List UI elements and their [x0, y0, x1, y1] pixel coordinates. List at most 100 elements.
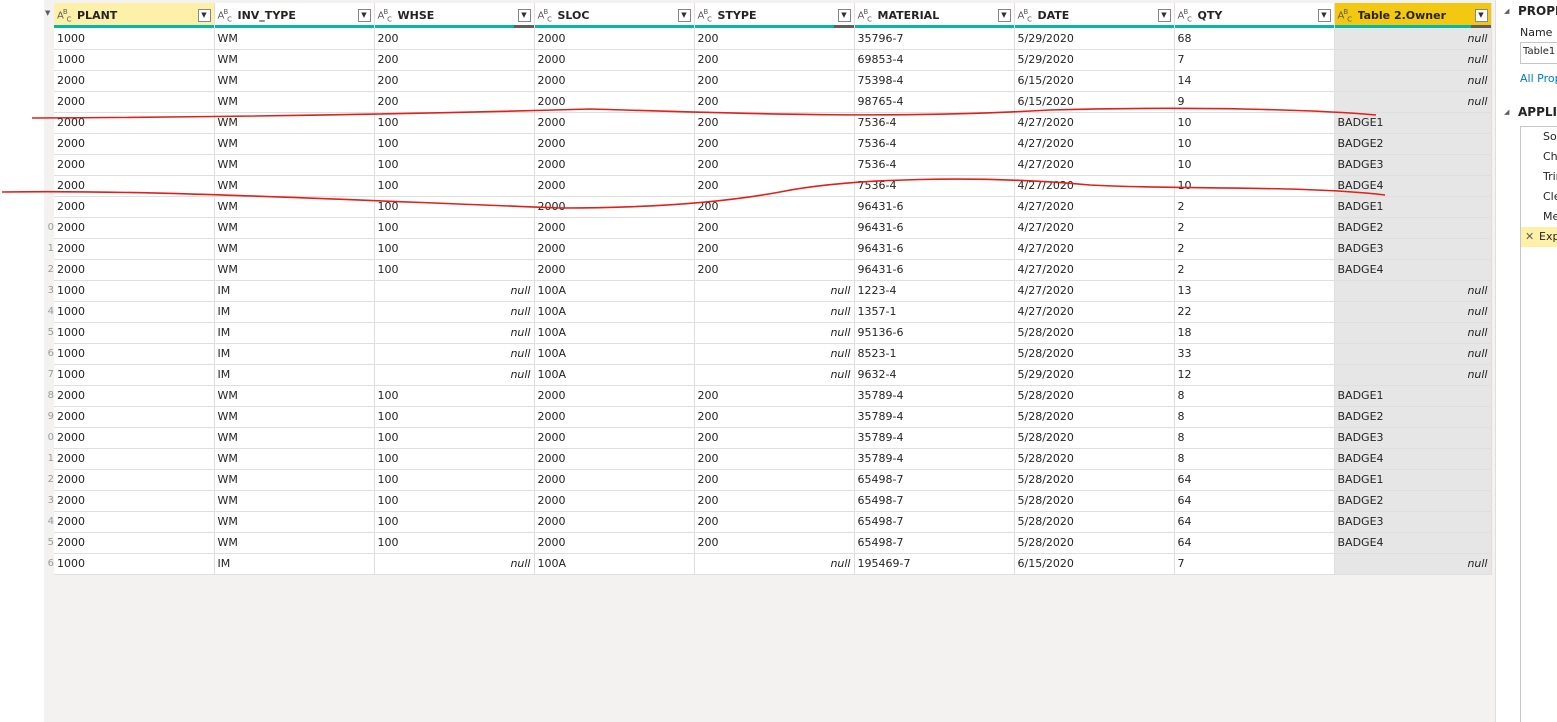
table-cell[interactable]: 200 — [374, 91, 535, 113]
table-cell[interactable]: 5/29/2020 — [1014, 49, 1175, 71]
chevron-down-icon[interactable]: ▼ — [357, 9, 371, 22]
table-cell[interactable]: 200 — [694, 385, 855, 407]
table-cell[interactable]: 2000 — [54, 133, 215, 155]
table-cell[interactable]: null — [694, 343, 855, 365]
table-cell[interactable]: 200 — [694, 154, 855, 176]
table-cell[interactable]: WM — [214, 427, 375, 449]
table-cell[interactable]: 9632-4 — [854, 364, 1015, 386]
table-cell[interactable]: 6/15/2020 — [1014, 553, 1175, 575]
chevron-down-icon[interactable]: ▼ — [1474, 9, 1488, 22]
applied-step[interactable]: ✕Exp — [1521, 227, 1557, 247]
table-cell[interactable]: WM — [214, 511, 375, 533]
table-cell[interactable]: null — [1334, 28, 1492, 50]
table-cell[interactable]: 1000 — [54, 343, 215, 365]
abc-text-type-icon[interactable]: ABC — [218, 8, 238, 23]
table-cell[interactable]: 5/28/2020 — [1014, 385, 1175, 407]
table-cell[interactable]: WM — [214, 70, 375, 92]
table-cell[interactable]: null — [1334, 70, 1492, 92]
table-cell[interactable]: null — [1334, 280, 1492, 302]
chevron-down-icon[interactable]: ▼ — [517, 9, 531, 22]
table-cell[interactable]: 2000 — [534, 175, 695, 197]
table-cell[interactable]: 10 — [1174, 154, 1335, 176]
table-cell[interactable]: WM — [214, 406, 375, 428]
table-cell[interactable]: 4/27/2020 — [1014, 154, 1175, 176]
table-cell[interactable]: WM — [214, 112, 375, 134]
table-cell[interactable]: 2000 — [534, 70, 695, 92]
table-cell[interactable]: 2000 — [54, 175, 215, 197]
table-cell[interactable]: 8 — [1174, 427, 1335, 449]
table-cell[interactable]: 200 — [694, 70, 855, 92]
table-cell[interactable]: null — [1334, 364, 1492, 386]
column-header[interactable]: ABC MATERIAL ▼ — [854, 3, 1015, 28]
table-cell[interactable]: 1000 — [54, 301, 215, 323]
table-cell[interactable]: null — [374, 301, 535, 323]
table-cell[interactable]: 200 — [694, 490, 855, 512]
table-cell[interactable]: BADGE2 — [1334, 133, 1492, 155]
table-cell[interactable]: 7 — [1174, 553, 1335, 575]
table-cell[interactable]: null — [374, 343, 535, 365]
table-cell[interactable]: 64 — [1174, 532, 1335, 554]
table-cell[interactable]: 64 — [1174, 511, 1335, 533]
table-cell[interactable]: 200 — [694, 448, 855, 470]
table-cell[interactable]: 200 — [694, 112, 855, 134]
table-cell[interactable]: 33 — [1174, 343, 1335, 365]
query-name-input[interactable]: Table1 — [1520, 42, 1557, 64]
column-header[interactable]: ABC PLANT ▼ — [54, 3, 215, 28]
chevron-down-icon[interactable]: ▼ — [837, 9, 851, 22]
table-cell[interactable]: 2000 — [534, 112, 695, 134]
table-cell[interactable]: 100 — [374, 385, 535, 407]
table-cell[interactable]: 5/29/2020 — [1014, 28, 1175, 50]
abc-text-type-icon[interactable]: ABC — [1018, 8, 1038, 23]
applied-step[interactable]: Sou — [1521, 127, 1557, 147]
table-cell[interactable]: 8 — [1174, 406, 1335, 428]
chevron-down-icon[interactable]: ▼ — [1157, 9, 1171, 22]
table-cell[interactable]: 100 — [374, 112, 535, 134]
table-cell[interactable]: null — [374, 322, 535, 344]
table-cell[interactable]: 100 — [374, 154, 535, 176]
table-cell[interactable]: 35789-4 — [854, 448, 1015, 470]
table-cell[interactable]: 35789-4 — [854, 406, 1015, 428]
table-cell[interactable]: BADGE4 — [1334, 259, 1492, 281]
abc-text-type-icon[interactable]: ABC — [1338, 8, 1358, 23]
table-cell[interactable]: 100A — [534, 343, 695, 365]
triangle-collapse-icon[interactable]: ◢ — [1504, 108, 1509, 116]
table-cell[interactable]: 200 — [694, 49, 855, 71]
table-cell[interactable]: BADGE4 — [1334, 448, 1492, 470]
table-cell[interactable]: 4/27/2020 — [1014, 196, 1175, 218]
table-cell[interactable]: 100 — [374, 259, 535, 281]
table-cell[interactable]: 100 — [374, 511, 535, 533]
table-cell[interactable]: 2000 — [54, 70, 215, 92]
table-cell[interactable]: WM — [214, 532, 375, 554]
table-cell[interactable]: 2000 — [534, 427, 695, 449]
table-cell[interactable]: 100 — [374, 532, 535, 554]
table-cell[interactable]: 65498-7 — [854, 469, 1015, 491]
table-cell[interactable]: 200 — [694, 133, 855, 155]
table-cell[interactable]: 100 — [374, 175, 535, 197]
table-cell[interactable]: 10 — [1174, 175, 1335, 197]
table-cell[interactable]: null — [1334, 343, 1492, 365]
table-cell[interactable]: 2000 — [534, 448, 695, 470]
table-cell[interactable]: 2000 — [534, 217, 695, 239]
table-cell[interactable]: 2000 — [54, 91, 215, 113]
table-cell[interactable]: 200 — [694, 469, 855, 491]
table-cell[interactable]: 96431-6 — [854, 238, 1015, 260]
abc-text-type-icon[interactable]: ABC — [698, 8, 718, 23]
table-cell[interactable]: 10 — [1174, 112, 1335, 134]
table-cell[interactable]: 5/29/2020 — [1014, 364, 1175, 386]
abc-text-type-icon[interactable]: ABC — [858, 8, 878, 23]
table-cell[interactable]: WM — [214, 28, 375, 50]
table-cell[interactable]: null — [1334, 91, 1492, 113]
table-cell[interactable]: BADGE4 — [1334, 532, 1492, 554]
table-cell[interactable]: BADGE1 — [1334, 385, 1492, 407]
table-cell[interactable]: IM — [214, 553, 375, 575]
table-cell[interactable]: null — [694, 553, 855, 575]
table-cell[interactable]: 200 — [694, 532, 855, 554]
table-cell[interactable]: 200 — [694, 91, 855, 113]
table-cell[interactable]: 5/28/2020 — [1014, 490, 1175, 512]
table-cell[interactable]: 100A — [534, 322, 695, 344]
table-cell[interactable]: 2000 — [534, 532, 695, 554]
table-cell[interactable]: 100 — [374, 469, 535, 491]
table-cell[interactable]: BADGE1 — [1334, 469, 1492, 491]
table-cell[interactable]: 8 — [1174, 448, 1335, 470]
table-cell[interactable]: WM — [214, 196, 375, 218]
